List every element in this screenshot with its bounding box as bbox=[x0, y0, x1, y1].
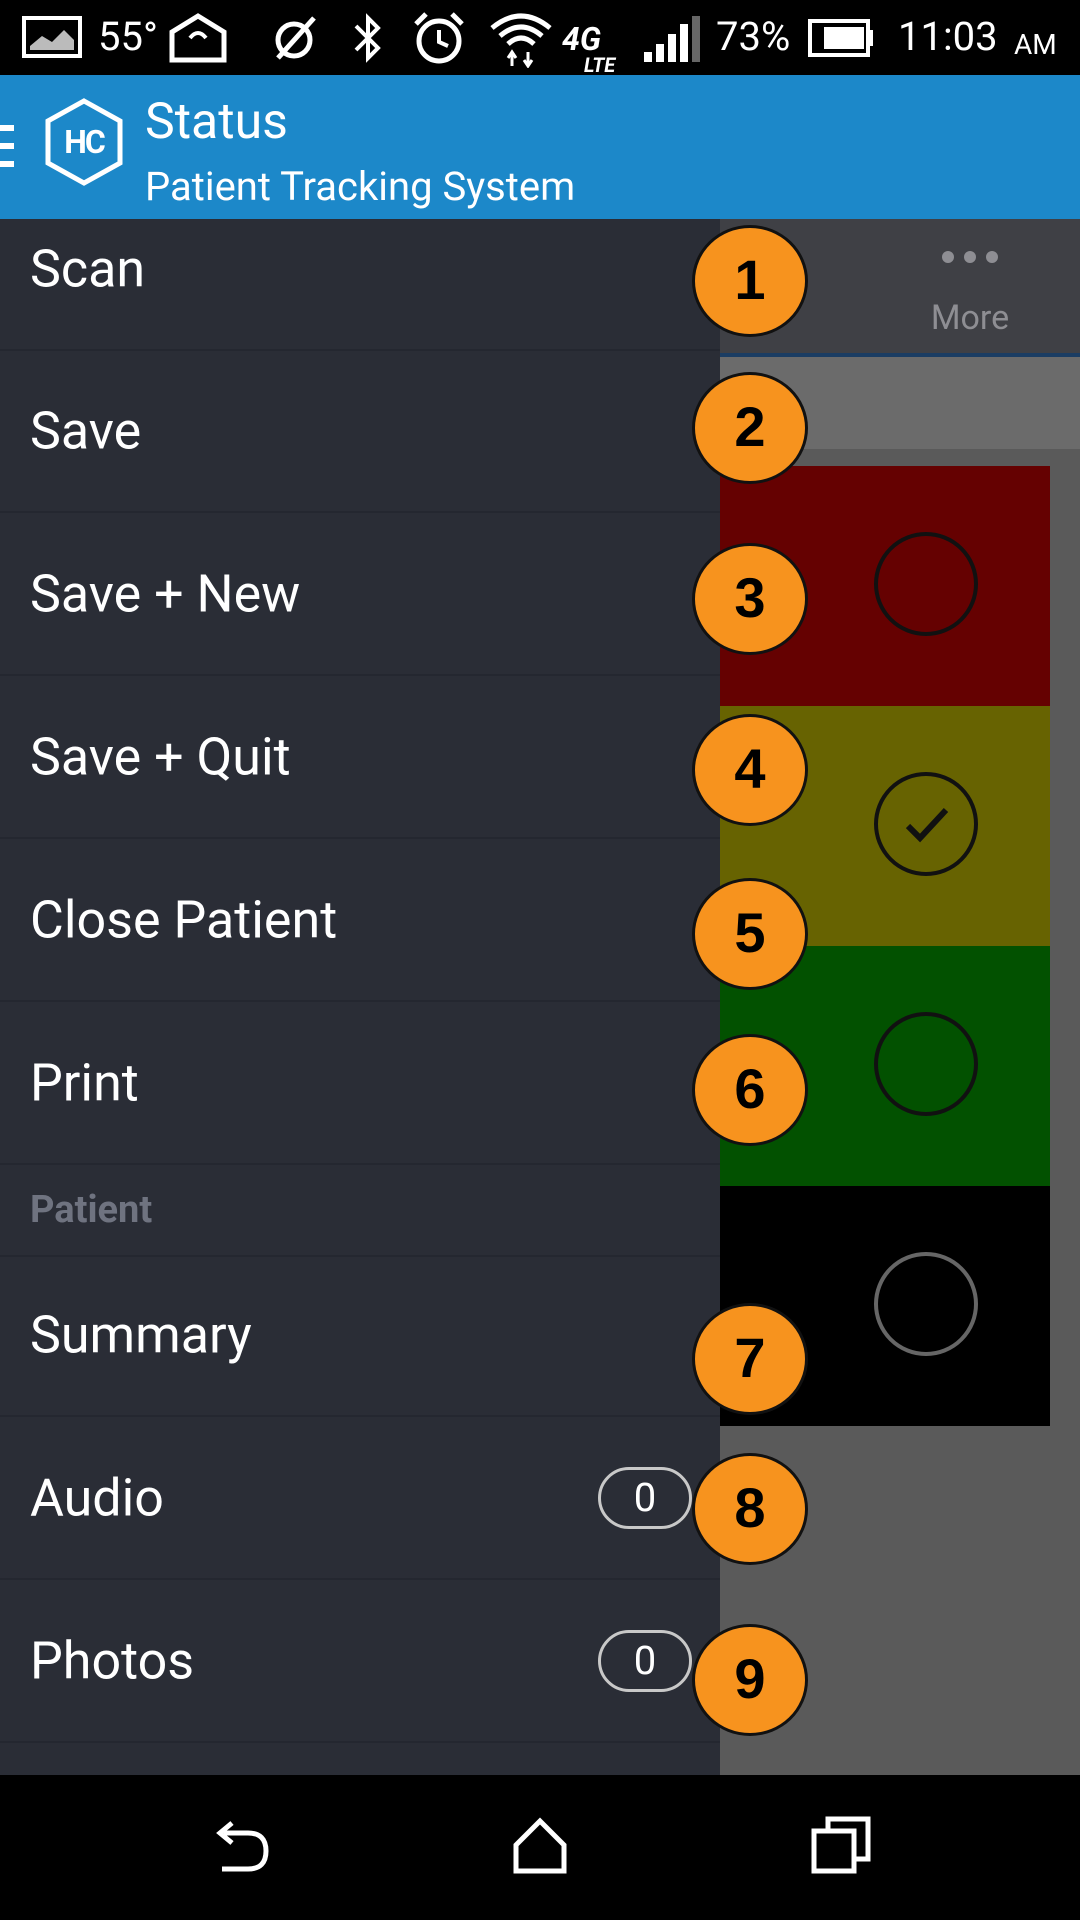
app-bar: HC Status Patient Tracking System bbox=[0, 75, 1080, 219]
annotation-badge-3: 3 bbox=[692, 543, 808, 655]
signal-icon bbox=[644, 16, 700, 62]
annotation-badge-5: 5 bbox=[692, 878, 808, 990]
drawer-item-print[interactable]: Print bbox=[0, 1003, 720, 1165]
drawer-item-label: Save bbox=[30, 400, 142, 462]
drawer-item-label: Scan bbox=[30, 238, 146, 300]
alarm-icon bbox=[414, 12, 464, 64]
status-bar: 55° 4G LTE 73% 11:03 AM bbox=[0, 0, 1080, 77]
battery-percent-text: 73% bbox=[716, 13, 791, 60]
triage-radio[interactable] bbox=[874, 772, 978, 876]
drawer-item-save-quit[interactable]: Save + Quit bbox=[0, 677, 720, 839]
mute-icon bbox=[275, 16, 316, 60]
weather-icon bbox=[169, 13, 227, 63]
triage-radio[interactable] bbox=[874, 1012, 978, 1116]
drawer-item-summary[interactable]: Summary bbox=[0, 1255, 720, 1417]
drawer-section-patient: Patient bbox=[0, 1165, 720, 1257]
annotation-badge-1: 1 bbox=[692, 225, 808, 337]
annotation-badge-2: 2 bbox=[692, 372, 808, 484]
drawer-item-save[interactable]: Save bbox=[0, 351, 720, 513]
annotation-badge-7: 7 bbox=[692, 1303, 808, 1415]
drawer-item-label: Close Patient bbox=[30, 889, 338, 951]
section-title: Patient bbox=[30, 1188, 153, 1232]
app-title: Status bbox=[145, 93, 288, 151]
battery-icon bbox=[808, 19, 873, 57]
annotation-badge-6: 6 bbox=[692, 1034, 808, 1146]
drawer-item-close-patient[interactable]: Close Patient bbox=[0, 840, 720, 1002]
logo-text: HC bbox=[64, 123, 106, 161]
drawer-item-photos[interactable]: Photos 0 bbox=[0, 1581, 720, 1743]
clock-text: 11:03 bbox=[898, 13, 998, 60]
drawer-item-label: Save + Quit bbox=[30, 726, 291, 788]
back-icon[interactable] bbox=[210, 1819, 270, 1873]
system-nav-bar bbox=[0, 1775, 1080, 1920]
annotation-badge-8: 8 bbox=[692, 1453, 808, 1565]
photos-count-badge: 0 bbox=[598, 1630, 692, 1692]
menu-icon[interactable] bbox=[0, 123, 14, 173]
triage-radio[interactable] bbox=[874, 1252, 978, 1356]
drawer-item-audio[interactable]: Audio 0 bbox=[0, 1418, 720, 1580]
drawer-item-label: Audio bbox=[30, 1467, 164, 1529]
drawer-item-save-new[interactable]: Save + New bbox=[0, 514, 720, 676]
drawer-item-scan[interactable]: Scan bbox=[0, 219, 720, 351]
wifi-icon bbox=[490, 13, 552, 68]
bluetooth-icon bbox=[354, 13, 381, 63]
home-icon[interactable] bbox=[510, 1815, 570, 1875]
check-icon bbox=[905, 807, 949, 843]
gallery-notification-icon bbox=[22, 16, 82, 58]
triage-radio[interactable] bbox=[874, 532, 978, 636]
drawer-item-label: Save + New bbox=[30, 563, 301, 625]
more-dots-icon[interactable] bbox=[940, 250, 1000, 264]
annotation-badge-4: 4 bbox=[692, 714, 808, 826]
navigation-drawer: Scan Save Save + New Save + Quit Close P… bbox=[0, 219, 720, 1775]
app-subtitle: Patient Tracking System bbox=[145, 163, 576, 210]
more-tab-label[interactable]: More bbox=[900, 298, 1040, 338]
drawer-item-label: Print bbox=[30, 1052, 139, 1114]
drawer-item-label: Photos bbox=[30, 1630, 195, 1692]
audio-count-badge: 0 bbox=[598, 1467, 692, 1529]
app-logo: HC bbox=[44, 97, 124, 187]
temperature-text: 55° bbox=[98, 13, 158, 60]
recent-apps-icon[interactable] bbox=[810, 1815, 872, 1875]
annotation-badge-9: 9 bbox=[692, 1624, 808, 1736]
clock-ampm-text: AM bbox=[1014, 28, 1057, 61]
drawer-item-label: Summary bbox=[30, 1304, 252, 1366]
